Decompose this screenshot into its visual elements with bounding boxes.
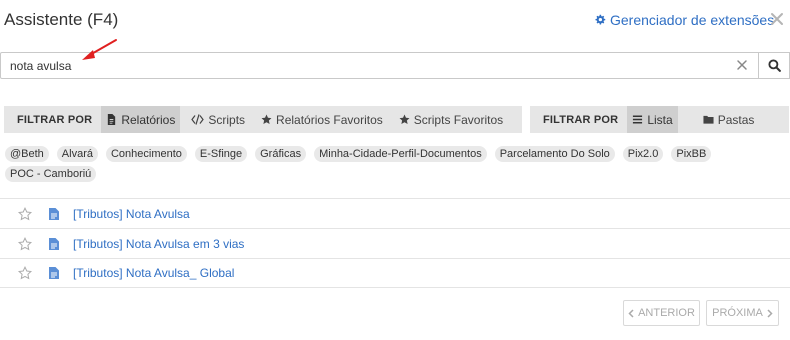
code-icon: [191, 114, 205, 125]
file-icon: [108, 114, 116, 125]
result-row: [Tributos] Nota Avulsa_ Global: [0, 258, 790, 288]
filter-option-scripts-favoritos[interactable]: Scripts Favoritos: [394, 106, 508, 133]
tag-chip[interactable]: Parcelamento Do Solo: [494, 146, 615, 162]
tag-list: @Beth Alvará Conhecimento E-Sfinge Gráfi…: [5, 146, 785, 182]
result-row: [Tributos] Nota Avulsa: [0, 198, 790, 228]
filter-option-label: Relatórios: [121, 112, 176, 127]
result-link[interactable]: [Tributos] Nota Avulsa em 3 vias: [73, 237, 244, 251]
document-icon: [49, 267, 59, 279]
gear-icon: [595, 14, 606, 25]
clear-search-icon[interactable]: [736, 59, 748, 71]
tag-chip[interactable]: Minha-Cidade-Perfil-Documentos: [314, 146, 487, 162]
favorite-star-icon[interactable]: [18, 266, 32, 280]
favorite-star-icon[interactable]: [18, 206, 32, 221]
results-list: [Tributos] Nota Avulsa [Tributos] Nota A…: [0, 198, 790, 288]
filter-option-scripts[interactable]: Scripts: [186, 106, 250, 133]
extensions-manager-link[interactable]: Gerenciador de extensões: [594, 12, 774, 28]
modal-title: Assistente (F4): [4, 10, 119, 29]
filter-option-label: Scripts Favoritos: [413, 112, 504, 127]
result-row: [Tributos] Nota Avulsa em 3 vias: [0, 228, 790, 258]
filter-bar-type: FILTRAR POR Relatórios Scripts Relatório…: [4, 106, 522, 133]
modal-header: Assistente (F4) Gerenciador de extensões: [0, 0, 790, 44]
view-option-label: Pastas: [717, 112, 755, 127]
result-link[interactable]: [Tributos] Nota Avulsa_ Global: [73, 266, 234, 280]
view-option-lista[interactable]: Lista: [627, 106, 678, 133]
chevron-left-icon: [628, 308, 634, 318]
filter-option-label: Scripts: [208, 112, 246, 127]
next-page-button[interactable]: PRÓXIMA: [706, 300, 779, 326]
filter-option-relatorios[interactable]: Relatórios: [101, 106, 181, 133]
document-icon: [49, 237, 59, 250]
folder-icon: [703, 115, 714, 124]
favorite-star-icon[interactable]: [18, 236, 32, 251]
previous-page-button[interactable]: ANTERIOR: [623, 300, 700, 326]
filter-option-relatorios-favoritos[interactable]: Relatórios Favoritos: [256, 106, 388, 133]
tag-chip[interactable]: Alvará: [56, 146, 98, 162]
star-icon: [261, 114, 272, 124]
tag-chip[interactable]: POC - Camboriú: [5, 166, 97, 182]
filter-option-label: Relatórios Favoritos: [276, 112, 383, 127]
search-bar: [0, 52, 790, 79]
tag-chip[interactable]: E-Sfinge: [194, 146, 248, 162]
filter-label: FILTRAR POR: [543, 113, 619, 126]
filter-label: FILTRAR POR: [17, 113, 93, 126]
document-icon: [49, 207, 59, 220]
view-option-label: Lista: [647, 112, 673, 127]
tag-chip[interactable]: Pix2.0: [622, 146, 664, 162]
close-icon[interactable]: [768, 10, 786, 28]
star-icon: [399, 114, 410, 124]
tag-chip[interactable]: @Beth: [5, 146, 49, 162]
extensions-manager-label: Gerenciador de extensões: [610, 12, 775, 28]
search-button[interactable]: [759, 52, 790, 79]
chevron-right-icon: [767, 308, 773, 318]
view-option-pastas[interactable]: Pastas: [698, 106, 760, 133]
tag-chip[interactable]: PixBB: [671, 146, 712, 162]
list-icon: [633, 115, 643, 124]
filter-bar-view: FILTRAR POR Lista Pastas: [530, 106, 789, 133]
result-link[interactable]: [Tributos] Nota Avulsa: [73, 207, 190, 221]
search-input[interactable]: [0, 52, 759, 79]
previous-page-label: ANTERIOR: [638, 307, 695, 319]
next-page-label: PRÓXIMA: [712, 307, 763, 319]
tag-chip[interactable]: Conhecimento: [105, 146, 187, 162]
search-icon: [767, 59, 781, 72]
tag-chip[interactable]: Gráficas: [255, 146, 307, 162]
